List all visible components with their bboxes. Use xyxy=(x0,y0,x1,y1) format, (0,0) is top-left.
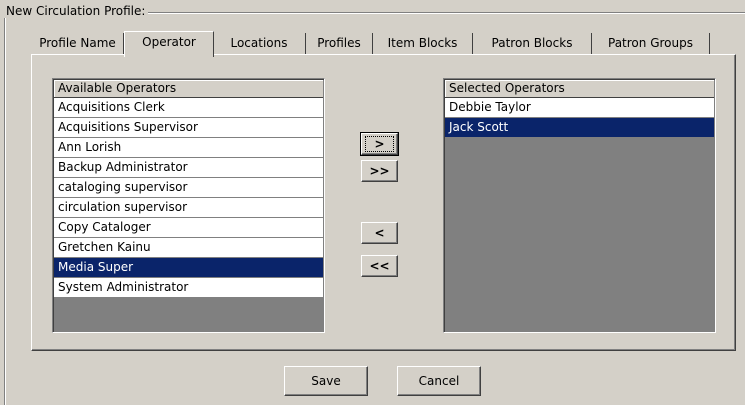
remove-all-button[interactable]: << xyxy=(361,255,398,277)
list-item[interactable]: System Administrator xyxy=(54,278,323,298)
list-item[interactable]: circulation supervisor xyxy=(54,198,323,218)
list-item[interactable]: Backup Administrator xyxy=(54,158,323,178)
tab-operator[interactable]: Operator xyxy=(124,31,214,57)
cancel-button[interactable]: Cancel xyxy=(397,366,481,396)
add-all-button[interactable]: >> xyxy=(361,160,398,182)
group-title: New Circulation Profile: xyxy=(4,4,149,18)
selected-operators-list[interactable]: Selected Operators Debbie Taylor Jack Sco… xyxy=(443,78,716,333)
tab-item-blocks[interactable]: Item Blocks xyxy=(373,33,473,54)
list-item[interactable]: Ann Lorish xyxy=(54,138,323,158)
tab-locations[interactable]: Locations xyxy=(213,33,306,54)
list-item[interactable]: Copy Cataloger xyxy=(54,218,323,238)
list-item[interactable]: cataloging supervisor xyxy=(54,178,323,198)
tab-profiles[interactable]: Profiles xyxy=(306,33,373,54)
list-item[interactable]: Acquisitions Supervisor xyxy=(54,118,323,138)
list-item[interactable]: Gretchen Kainu xyxy=(54,238,323,258)
available-operators-header: Available Operators xyxy=(54,80,323,98)
add-selected-button[interactable]: > xyxy=(360,132,399,156)
remove-selected-button[interactable]: < xyxy=(361,222,398,244)
tab-patron-groups[interactable]: Patron Groups xyxy=(592,33,710,54)
available-operators-list[interactable]: Available Operators Acquisitions Clerk Ac… xyxy=(52,78,325,333)
list-item[interactable]: Jack Scott xyxy=(445,118,714,138)
list-item[interactable]: Debbie Taylor xyxy=(445,98,714,118)
list-item[interactable]: Media Super xyxy=(54,258,323,278)
save-button[interactable]: Save xyxy=(284,366,368,396)
list-item[interactable]: Acquisitions Clerk xyxy=(54,98,323,118)
tab-profile-name[interactable]: Profile Name xyxy=(32,33,124,54)
tab-patron-blocks[interactable]: Patron Blocks xyxy=(473,33,592,54)
selected-operators-header: Selected Operators xyxy=(445,80,714,98)
